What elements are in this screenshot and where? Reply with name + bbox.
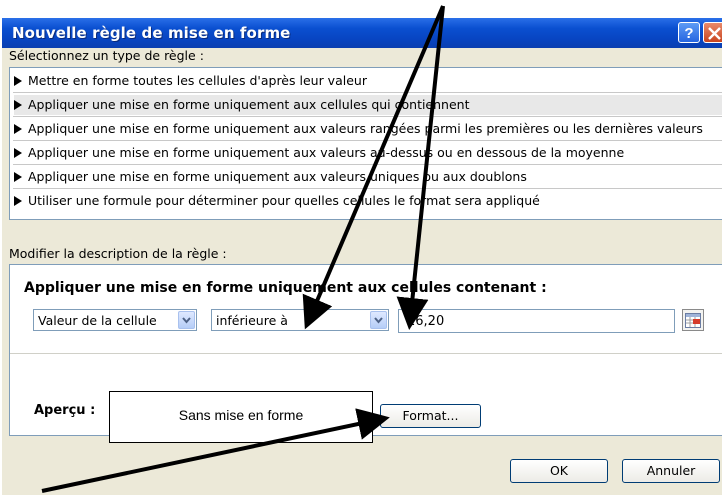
condition-heading: Appliquer une mise en forme uniquement a…	[24, 280, 547, 296]
operator-select-dropdown-button[interactable]	[370, 311, 387, 329]
description-label: Modifier la description de la règle :	[9, 246, 227, 261]
arrow-right-icon	[14, 124, 22, 134]
collapse-dialog-icon	[685, 313, 701, 328]
operator-select[interactable]: inférieure à	[211, 309, 389, 331]
chevron-down-icon	[182, 317, 191, 324]
help-button[interactable]: ?	[678, 22, 700, 43]
rule-type-list[interactable]: Mettre en forme toutes les cellules d'ap…	[9, 67, 722, 220]
arrow-right-icon	[14, 172, 22, 182]
chevron-down-icon	[374, 317, 383, 324]
rule-type-item-top-bottom[interactable]: Appliquer une mise en forme uniquement a…	[14, 119, 722, 139]
rule-type-item-cells-containing[interactable]: Appliquer une mise en forme uniquement a…	[14, 95, 722, 115]
close-button[interactable]	[703, 22, 722, 43]
arrow-right-icon	[14, 196, 22, 206]
field-select[interactable]: Valeur de la cellule	[33, 309, 197, 331]
format-preview-box: Sans mise en forme	[109, 391, 373, 443]
rule-type-item-formula[interactable]: Utiliser une formule pour déterminer pou…	[14, 191, 722, 211]
arrow-right-icon	[14, 76, 22, 86]
rule-type-label: Sélectionnez un type de règle :	[9, 48, 204, 63]
rule-type-item-unique-duplicate[interactable]: Appliquer une mise en forme uniquement a…	[14, 167, 722, 187]
preview-text: Sans mise en forme	[178, 407, 304, 423]
cell-reference-button[interactable]	[682, 309, 704, 331]
field-select-dropdown-button[interactable]	[178, 311, 195, 329]
dialog-title: Nouvelle règle de mise en forme	[12, 24, 291, 42]
arrow-right-icon	[14, 148, 22, 158]
arrow-right-icon	[14, 100, 22, 110]
format-button[interactable]: Format...	[380, 404, 481, 428]
value-input[interactable]: 16,20	[398, 309, 675, 333]
close-icon	[708, 27, 721, 40]
operator-select-value: inférieure à	[216, 313, 288, 328]
title-bar[interactable]: Nouvelle règle de mise en forme ?	[2, 18, 722, 48]
panel-divider	[10, 353, 722, 354]
value-input-text: 16,20	[407, 314, 445, 329]
field-select-value: Valeur de la cellule	[38, 313, 157, 328]
cancel-button[interactable]: Annuler	[622, 459, 720, 483]
rule-type-item-cell-values[interactable]: Mettre en forme toutes les cellules d'ap…	[14, 71, 722, 91]
rule-type-item-above-below-average[interactable]: Appliquer une mise en forme uniquement a…	[14, 143, 722, 163]
preview-label: Aperçu :	[34, 403, 96, 418]
ok-button[interactable]: OK	[510, 459, 608, 483]
